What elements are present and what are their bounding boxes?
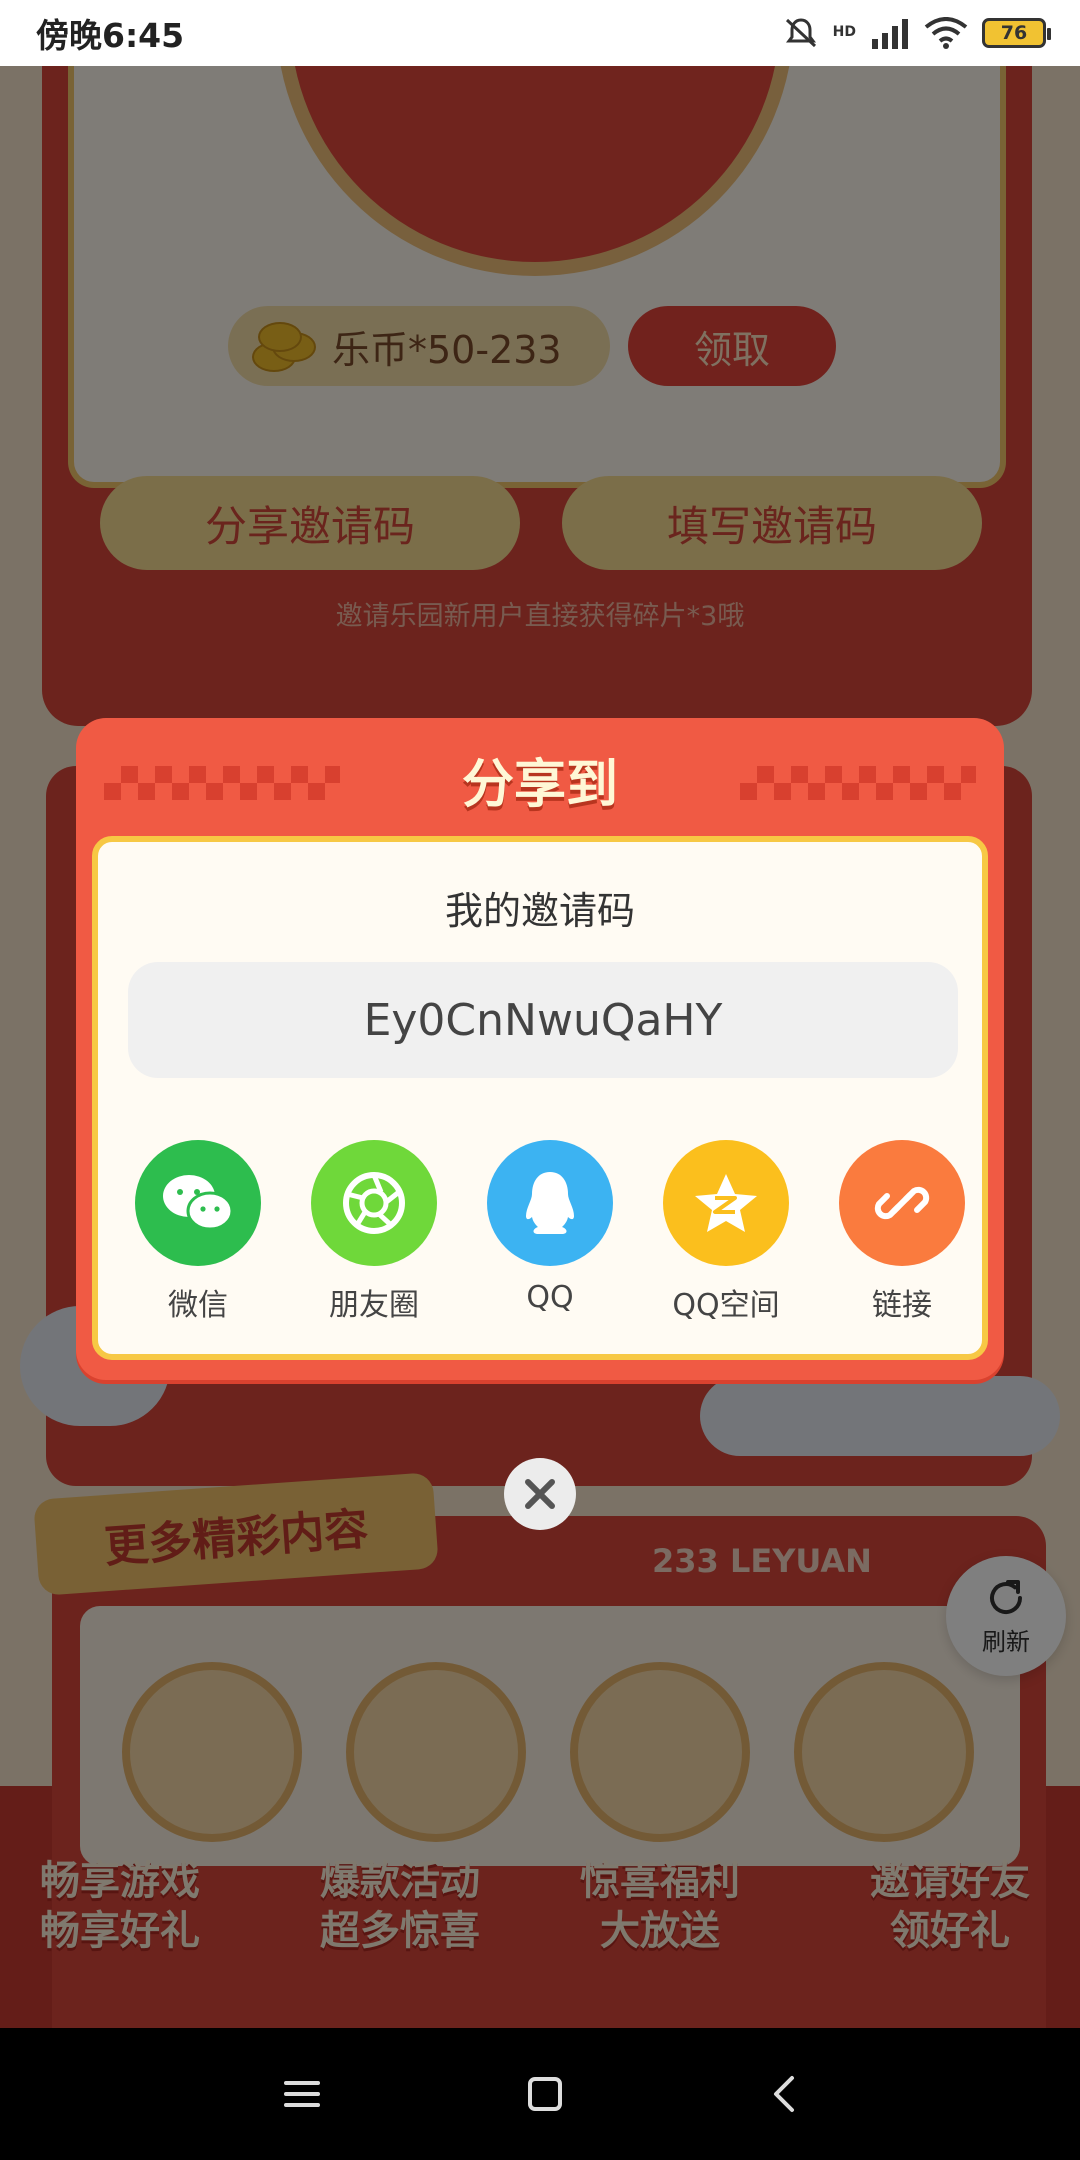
share-link[interactable]: 链接 xyxy=(832,1140,972,1324)
share-modal: 分享到 我的邀请码 Ey0CnNwuQaHY 微信 朋友圈 QQ QQ空间 链接 xyxy=(76,718,1004,1380)
home-icon[interactable] xyxy=(526,2075,564,2113)
menu-icon[interactable] xyxy=(282,2077,322,2111)
share-qq[interactable]: QQ xyxy=(480,1140,620,1315)
close-icon xyxy=(525,1479,555,1509)
battery-level: 76 xyxy=(1000,22,1028,44)
status-icons: HD 76 xyxy=(783,16,1051,50)
battery-icon: 76 xyxy=(982,18,1051,48)
wechat-icon xyxy=(135,1140,261,1266)
hd-network-label: HD xyxy=(832,24,856,40)
invite-code-label: 我的邀请码 xyxy=(444,889,635,933)
share-moments-label: 朋友圈 xyxy=(329,1288,419,1323)
share-link-label: 链接 xyxy=(872,1288,932,1323)
share-wechat[interactable]: 微信 xyxy=(128,1140,268,1324)
share-qzone[interactable]: QQ空间 xyxy=(656,1140,796,1324)
back-icon[interactable] xyxy=(768,2074,798,2114)
share-qq-label: QQ xyxy=(526,1280,574,1315)
signal-icon xyxy=(872,19,908,49)
invite-code-box[interactable]: Ey0CnNwuQaHY xyxy=(128,962,958,1078)
share-moments[interactable]: 朋友圈 xyxy=(304,1140,444,1324)
status-time: 傍晚6:45 xyxy=(36,16,185,55)
modal-title: 分享到 xyxy=(461,755,618,815)
moments-icon xyxy=(311,1140,437,1266)
share-qzone-label: QQ空间 xyxy=(672,1288,780,1323)
close-button[interactable] xyxy=(504,1458,576,1530)
link-icon xyxy=(839,1140,965,1266)
mute-bell-icon xyxy=(785,18,816,48)
qq-icon xyxy=(487,1140,613,1266)
qzone-icon xyxy=(663,1140,789,1266)
system-nav-bar xyxy=(0,2028,1080,2160)
share-wechat-label: 微信 xyxy=(168,1288,228,1323)
wifi-icon xyxy=(924,17,968,49)
modal-body: 我的邀请码 Ey0CnNwuQaHY 微信 朋友圈 QQ QQ空间 链接 xyxy=(92,836,988,1360)
invite-code-value: Ey0CnNwuQaHY xyxy=(363,994,723,1046)
status-bar: 傍晚6:45 HD 76 xyxy=(0,0,1080,66)
